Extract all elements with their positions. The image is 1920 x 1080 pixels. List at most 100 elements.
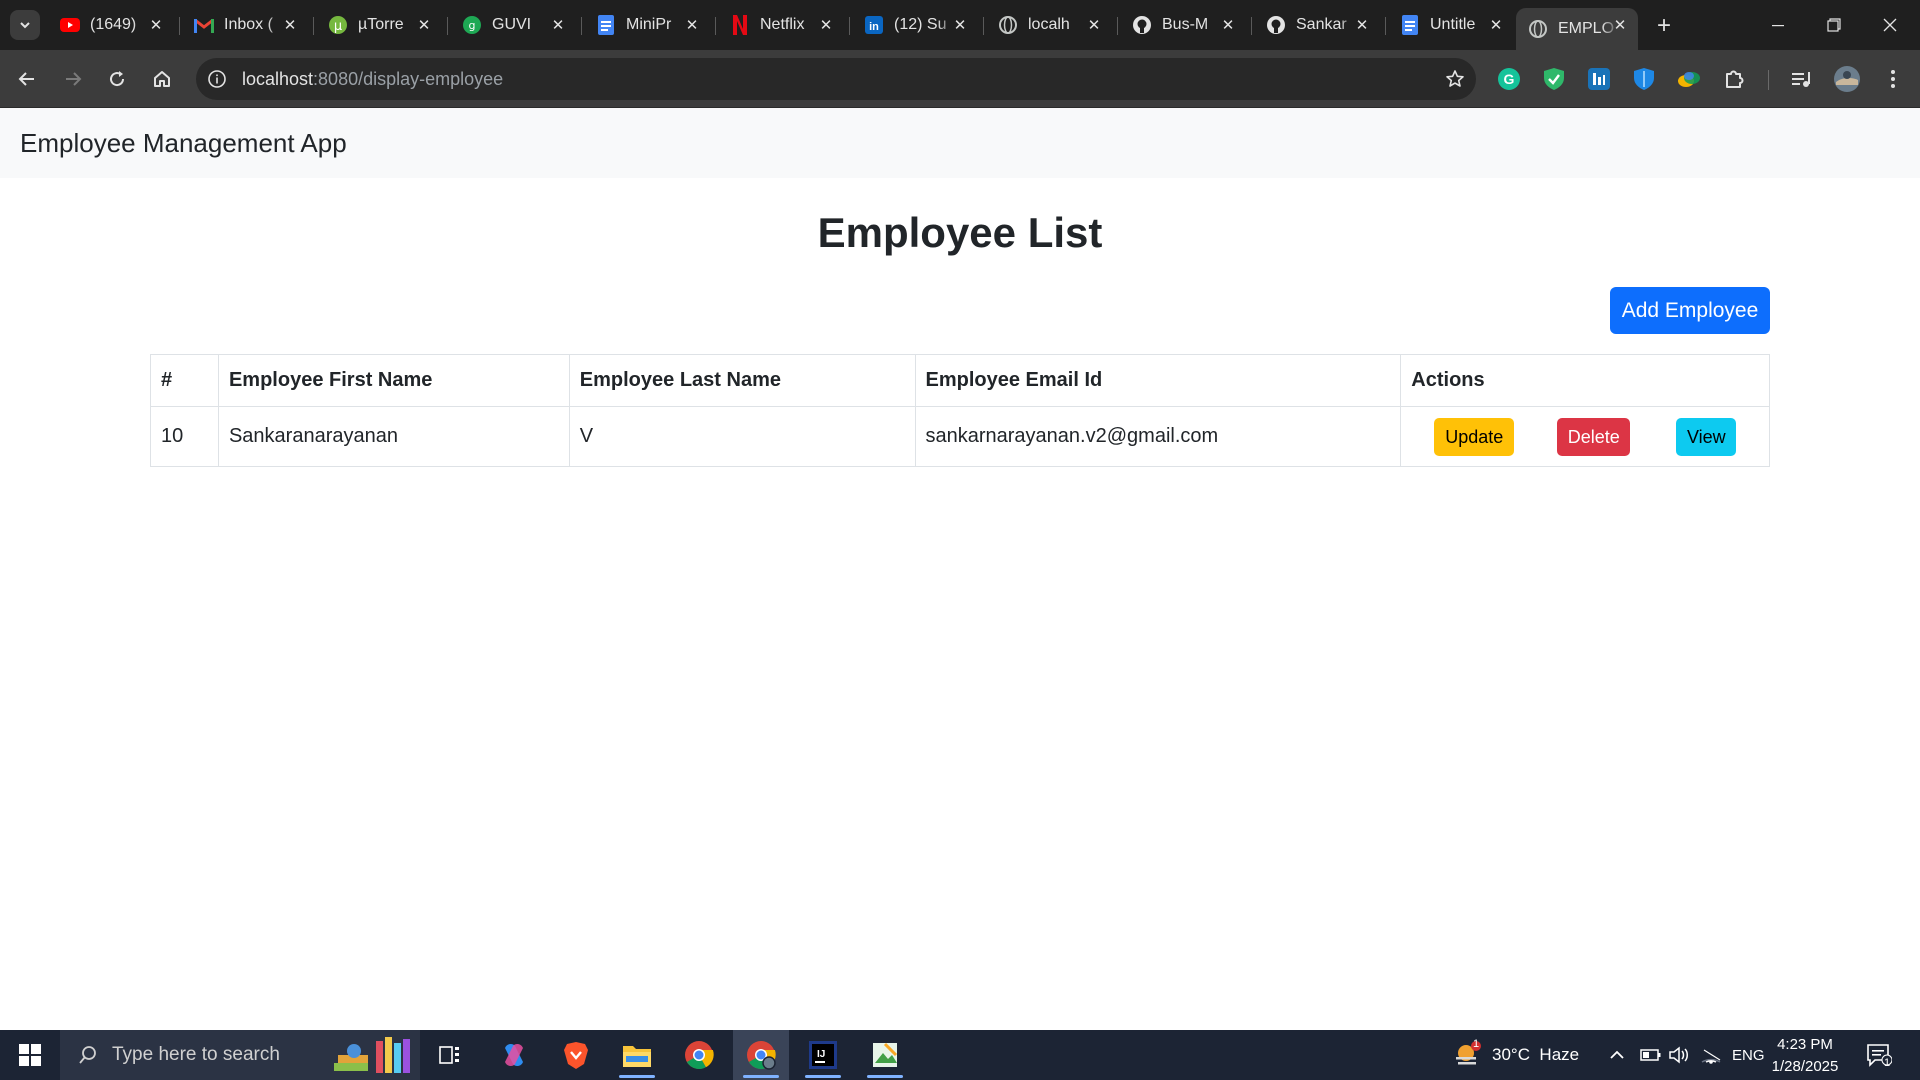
browser-tab[interactable]: (1649) ✕ <box>48 8 180 42</box>
column-header-id: # <box>150 354 219 407</box>
tab-search-button[interactable] <box>10 10 40 40</box>
reload-button[interactable] <box>100 62 134 96</box>
home-icon <box>154 71 170 87</box>
browser-tab-active[interactable]: EMPLO ✕ <box>1516 8 1638 50</box>
media-control-icon[interactable] <box>1786 64 1816 94</box>
add-employee-button[interactable]: Add Employee <box>1610 287 1770 334</box>
close-icon[interactable]: ✕ <box>816 15 836 35</box>
restore-button[interactable] <box>1806 0 1862 50</box>
chrome-icon[interactable] <box>671 1030 727 1080</box>
colorful-extension-icon[interactable] <box>1674 64 1704 94</box>
show-hidden-icons-button[interactable] <box>1608 1030 1626 1080</box>
back-button[interactable] <box>10 62 44 96</box>
start-button[interactable] <box>0 1030 60 1080</box>
browser-tab[interactable]: µ µTorre ✕ <box>316 8 448 42</box>
chart-extension-icon[interactable] <box>1584 64 1614 94</box>
home-button[interactable] <box>145 62 179 96</box>
globe-icon <box>998 15 1018 35</box>
extensions-puzzle-icon[interactable] <box>1719 64 1749 94</box>
minimize-button[interactable] <box>1750 0 1806 50</box>
taskbar-clock[interactable]: 4:23 PM 1/28/2025 <box>1760 1034 1850 1078</box>
browser-tab[interactable]: MiniPr ✕ <box>584 8 716 42</box>
wifi-icon[interactable] <box>1700 1030 1722 1080</box>
svg-text:IJ: IJ <box>817 1049 825 1060</box>
view-button[interactable]: View <box>1676 418 1737 456</box>
image-editor-icon[interactable] <box>857 1030 913 1080</box>
bookmark-star-icon[interactable] <box>1444 68 1466 90</box>
browser-tab[interactable]: Netflix ✕ <box>718 8 850 42</box>
globe-icon <box>1528 19 1548 39</box>
windows-taskbar: Type here to search IJ 1 30°C Haze ENG 4… <box>0 1030 1920 1080</box>
file-explorer-icon[interactable] <box>609 1030 665 1080</box>
arrow-right-icon <box>66 72 82 86</box>
chrome-active-window-icon[interactable] <box>733 1030 789 1080</box>
close-icon[interactable]: ✕ <box>1084 15 1104 35</box>
address-bar[interactable]: localhost:8080/display-employee <box>196 58 1476 100</box>
close-icon[interactable]: ✕ <box>1610 15 1630 35</box>
intellij-idea-icon[interactable]: IJ <box>795 1030 851 1080</box>
update-button[interactable]: Update <box>1434 418 1515 456</box>
linkedin-icon: in <box>864 15 884 35</box>
weather-widget[interactable]: 1 30°C Haze <box>1452 1030 1579 1080</box>
close-icon[interactable]: ✕ <box>1218 15 1238 35</box>
tab-title: (12) Su <box>894 16 947 33</box>
browser-tab[interactable]: Bus-M ✕ <box>1120 8 1252 42</box>
profile-avatar[interactable] <box>1830 62 1864 96</box>
close-icon[interactable]: ✕ <box>1352 15 1372 35</box>
cell-last-name: V <box>568 406 916 467</box>
brave-browser-icon[interactable] <box>548 1030 604 1080</box>
window-close-button[interactable] <box>1862 0 1918 50</box>
defender-extension-icon[interactable] <box>1629 64 1659 94</box>
browser-tab[interactable]: Sankar ✕ <box>1254 8 1386 42</box>
notification-center-button[interactable]: 1 <box>1866 1030 1892 1080</box>
task-view-icon[interactable] <box>422 1030 478 1080</box>
tab-title: (1649) <box>90 16 137 33</box>
web-page: Employee Management App Employee List Ad… <box>0 108 1920 1030</box>
volume-icon[interactable] <box>1668 1030 1690 1080</box>
copilot-icon[interactable] <box>486 1030 542 1080</box>
close-icon[interactable]: ✕ <box>146 15 166 35</box>
tab-title: Netflix <box>760 16 805 33</box>
tab-title: MiniPr <box>626 16 672 33</box>
close-icon[interactable]: ✕ <box>414 15 434 35</box>
tab-title: Bus-M <box>1162 16 1209 33</box>
cell-first-name: Sankaranarayanan <box>217 406 570 467</box>
browser-menu-icon[interactable] <box>1878 64 1908 94</box>
forward-button[interactable] <box>56 62 90 96</box>
column-header-actions: Actions <box>1400 354 1770 407</box>
browser-tab[interactable]: Inbox ( ✕ <box>182 8 314 42</box>
svg-text:G: G <box>1504 71 1515 87</box>
tab-title: localh <box>1028 16 1070 33</box>
browser-tab[interactable]: in (12) Su ✕ <box>852 8 984 42</box>
delete-button[interactable]: Delete <box>1557 418 1631 456</box>
grammarly-extension-icon[interactable]: G <box>1494 64 1524 94</box>
shield-extension-icon[interactable] <box>1539 64 1569 94</box>
weather-text: 30°C Haze <box>1492 1045 1580 1064</box>
google-docs-icon <box>1400 15 1420 35</box>
clock-date: 1/28/2025 <box>1771 1058 1839 1075</box>
close-icon[interactable]: ✕ <box>950 15 970 35</box>
new-tab-button[interactable]: + <box>1650 12 1678 40</box>
chevron-up-icon <box>1610 1050 1624 1059</box>
battery-icon[interactable] <box>1640 1030 1662 1080</box>
app-brand[interactable]: Employee Management App <box>20 128 347 159</box>
close-icon[interactable]: ✕ <box>548 15 568 35</box>
tab-title: GUVI <box>492 16 532 33</box>
browser-tab[interactable]: Untitle ✕ <box>1388 8 1520 42</box>
close-icon[interactable]: ✕ <box>1486 15 1506 35</box>
search-highlight-books-icon[interactable] <box>325 1030 420 1080</box>
svg-text:in: in <box>869 21 879 33</box>
cell-email: sankarnarayanan.v2@gmail.com <box>914 406 1402 467</box>
table-row: 10 Sankaranarayanan V sankarnarayanan.v2… <box>150 406 1770 467</box>
github-icon <box>1266 15 1286 35</box>
browser-tab[interactable]: localh ✕ <box>986 8 1118 42</box>
browser-tab[interactable]: g GUVI ✕ <box>450 8 582 42</box>
site-info-icon[interactable] <box>206 68 228 90</box>
close-icon[interactable]: ✕ <box>280 15 300 35</box>
browser-tab-strip: (1649) ✕ Inbox ( ✕ µ µTorre ✕ g GUVI ✕ M… <box>0 0 1920 50</box>
restore-icon <box>1827 18 1841 32</box>
close-icon[interactable]: ✕ <box>682 15 702 35</box>
cell-id: 10 <box>150 406 219 467</box>
url-path: :8080/display-employee <box>313 69 504 89</box>
minimize-icon <box>1772 25 1784 27</box>
